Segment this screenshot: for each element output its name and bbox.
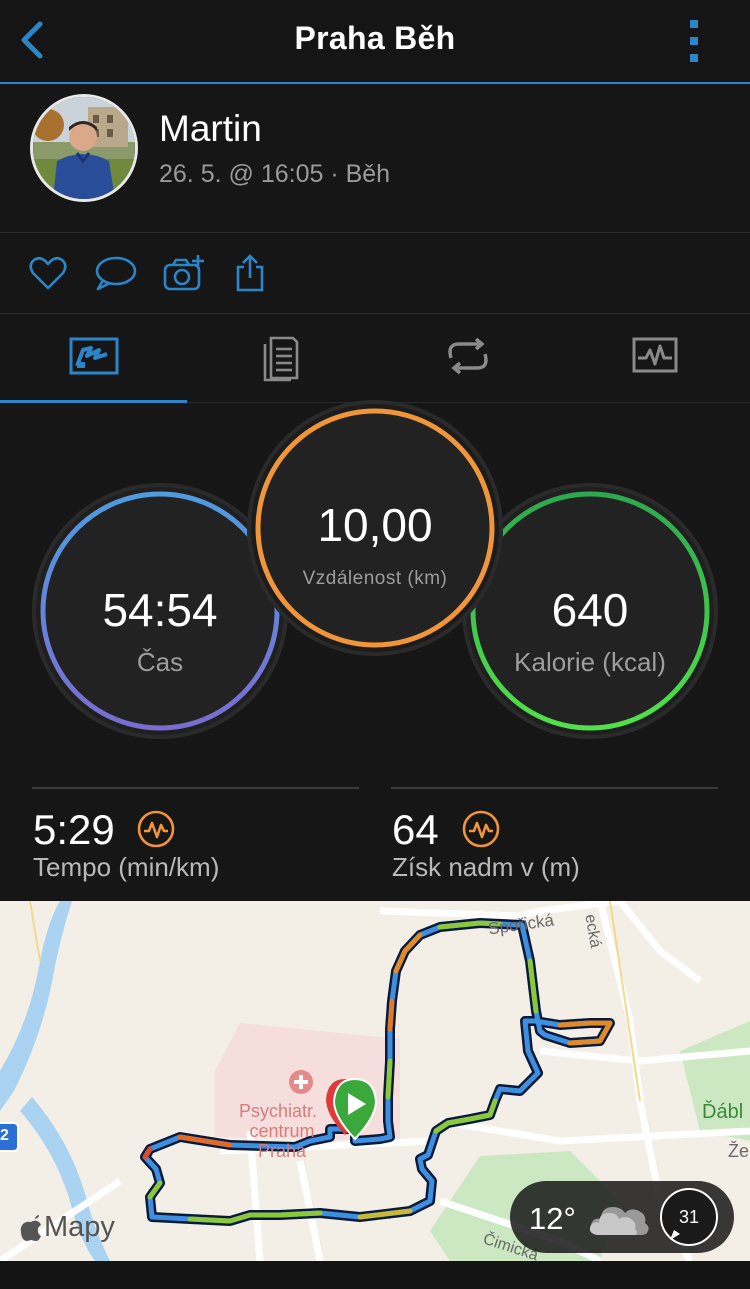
- tab-overview[interactable]: [0, 314, 187, 403]
- repeat-laps-icon: [447, 337, 488, 375]
- elevation-label: Získ nadm v (m): [392, 852, 580, 882]
- active-tab-indicator: [0, 400, 187, 403]
- distance-ring[interactable]: 10,00 Vzdálenost (km): [247, 400, 503, 656]
- avatar[interactable]: [30, 94, 138, 202]
- distance-value: 10,00: [317, 499, 433, 551]
- elevation-chart-icon[interactable]: [462, 810, 500, 848]
- top-bar: Praha Běh: [0, 0, 750, 84]
- divider: [32, 787, 359, 789]
- profile-header: Martin 26. 5. @ 16:05 · Běh: [0, 84, 750, 233]
- bottom-bar: [0, 1261, 750, 1289]
- road-number-text: 2: [0, 1127, 9, 1144]
- tab-charts[interactable]: [561, 314, 748, 402]
- overview-chart-icon: [69, 337, 118, 375]
- maps-brand-text: Mapy: [44, 1211, 115, 1243]
- divider: [391, 787, 718, 789]
- action-bar: [0, 233, 750, 314]
- apple-logo-icon: [20, 1215, 41, 1241]
- place-label-line: Psychiatr.: [239, 1101, 318, 1121]
- pace-value: 5:29: [33, 806, 115, 853]
- user-name: Martin: [159, 108, 262, 149]
- temperature: 12°: [529, 1201, 576, 1236]
- pace-label: Tempo (min/km): [33, 852, 220, 882]
- activity-graph-icon: [632, 337, 677, 373]
- place-label-line: centrum: [249, 1121, 315, 1141]
- elevation-value: 64: [392, 806, 439, 853]
- add-photo-icon[interactable]: [162, 253, 206, 293]
- tab-laps[interactable]: [374, 314, 561, 402]
- route-map[interactable]: Spořická ecká Psychiatr. centrum Praha Ď…: [0, 901, 750, 1261]
- tab-bar: [0, 314, 750, 403]
- more-options-icon[interactable]: [680, 16, 708, 66]
- activity-meta: 26. 5. @ 16:05 · Běh: [159, 160, 391, 188]
- distance-label: Vzdálenost (km): [302, 568, 448, 589]
- area-label: Ďábl: [702, 1101, 744, 1123]
- document-list-icon: [263, 336, 298, 382]
- avatar-photo: [33, 97, 135, 199]
- place-label: Psychiatr. centrum Praha: [239, 1101, 317, 1161]
- pace-chart-icon[interactable]: [137, 810, 175, 848]
- like-heart-icon[interactable]: [28, 253, 68, 293]
- weather-widget[interactable]: 12° 31: [510, 1181, 734, 1253]
- wind-speed: 31: [678, 1207, 700, 1227]
- hospital-cross-h: [294, 1080, 308, 1084]
- tab-details[interactable]: [187, 314, 374, 402]
- area-label: Že: [728, 1141, 750, 1161]
- comment-icon[interactable]: [94, 253, 138, 293]
- place-label-line: Praha: [257, 1141, 307, 1161]
- share-icon[interactable]: [234, 253, 266, 293]
- cloud-icon: [589, 1207, 649, 1235]
- page-title: Praha Běh: [294, 20, 456, 56]
